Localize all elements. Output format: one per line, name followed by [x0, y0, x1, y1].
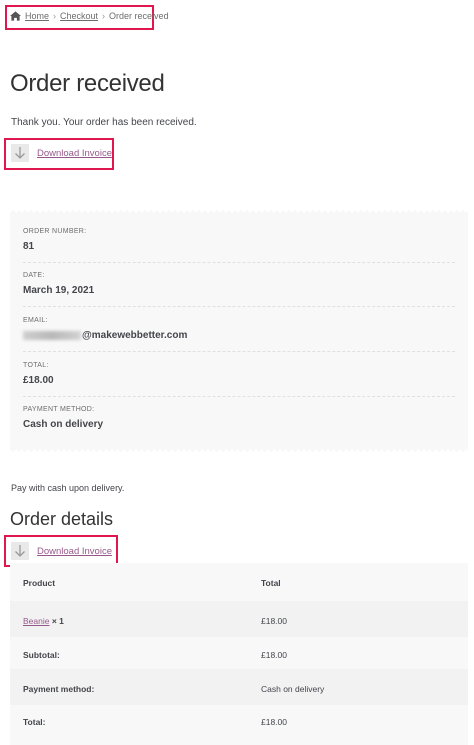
header-total: Total: [261, 578, 281, 588]
download-arrow-icon[interactable]: [11, 542, 29, 560]
subtotal-label: Subtotal:: [23, 650, 60, 660]
redacted-email-blur: [23, 330, 81, 340]
breadcrumb-home-link[interactable]: Home: [25, 11, 49, 21]
download-invoice-link[interactable]: Download Invoice: [37, 148, 112, 159]
total-row-label: Total:: [23, 717, 46, 727]
breadcrumb-separator: ›: [53, 11, 57, 21]
product-total: £18.00: [261, 616, 287, 626]
table-row-shade: [10, 601, 468, 637]
download-invoice-row: Download Invoice: [11, 542, 112, 560]
zigzag-edge: [10, 448, 468, 452]
email-label: EMAIL:: [23, 317, 48, 324]
thank-you-message: Thank you. Your order has been received.: [11, 117, 197, 128]
email-value: @makewebbetter.com: [23, 330, 455, 341]
breadcrumb-checkout-link[interactable]: Checkout: [60, 11, 98, 21]
pay-with-text: Pay with cash upon delivery.: [11, 483, 125, 493]
home-icon: [10, 11, 21, 21]
order-details-title: Order details: [10, 509, 114, 529]
total-label: TOTAL:: [23, 362, 49, 369]
breadcrumb: Home › Checkout › Order received: [10, 11, 169, 21]
email-domain: @makewebbetter.com: [82, 330, 188, 341]
date-label: DATE:: [23, 272, 45, 279]
breadcrumb-current: Order received: [109, 11, 169, 21]
header-product: Product: [23, 578, 56, 588]
product-quantity: × 1: [51, 616, 64, 626]
payment-method-value: Cash on delivery: [23, 419, 104, 430]
subtotal-value: £18.00: [261, 650, 287, 660]
order-number-item: ORDER NUMBER: 81: [23, 228, 455, 263]
download-arrow-icon[interactable]: [11, 144, 29, 162]
payment-method-row-label: Payment method:: [23, 684, 95, 694]
order-overview: ORDER NUMBER: 81 DATE: March 19, 2021 EM…: [10, 210, 468, 452]
product-link[interactable]: Beanie: [23, 616, 49, 626]
page-title: Order received: [10, 70, 165, 97]
payment-method-row-value: Cash on delivery: [261, 684, 325, 694]
zigzag-edge: [10, 210, 468, 214]
download-invoice-link[interactable]: Download Invoice: [37, 546, 112, 557]
order-number-label: ORDER NUMBER:: [23, 228, 87, 235]
order-details-table: Product Total Beanie × 1 £18.00 Subtotal…: [10, 563, 468, 745]
total-row-value: £18.00: [261, 717, 287, 727]
date-item: DATE: March 19, 2021: [23, 272, 455, 307]
total-value: £18.00: [23, 375, 54, 386]
payment-method-item: PAYMENT METHOD: Cash on delivery: [23, 406, 455, 440]
date-value: March 19, 2021: [23, 285, 95, 296]
total-item: TOTAL: £18.00: [23, 362, 455, 397]
download-invoice-row: Download Invoice: [11, 144, 112, 162]
breadcrumb-separator: ›: [102, 11, 106, 21]
payment-method-label: PAYMENT METHOD:: [23, 406, 95, 413]
email-item: EMAIL: @makewebbetter.com: [23, 317, 455, 352]
order-number-value: 81: [23, 241, 35, 252]
